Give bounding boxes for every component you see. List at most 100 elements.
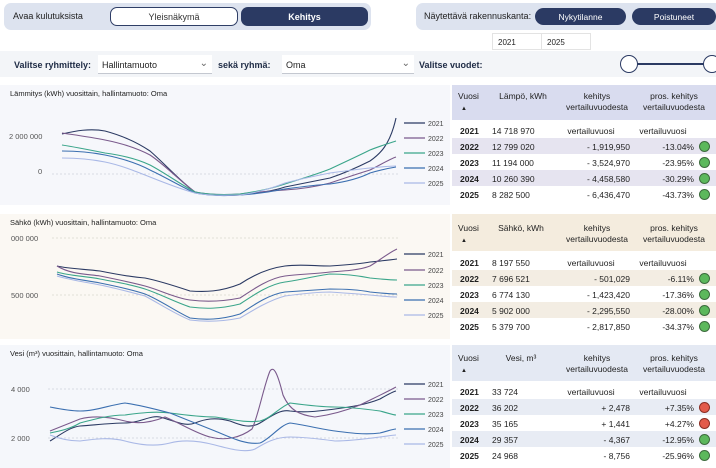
col-header-year[interactable]: Vuosi (458, 91, 479, 102)
cell-change: + 1,441 (601, 419, 630, 429)
years-label: Valitse vuodet: (419, 60, 483, 70)
year-from-input[interactable]: 2021 (492, 33, 542, 50)
year-to-input[interactable]: 2025 (541, 33, 591, 50)
cell-year: 2023 (460, 419, 479, 429)
series-line-2023 (61, 140, 397, 196)
sort-ascending-icon[interactable]: ▲ (461, 368, 467, 374)
cell-year: 2022 (460, 142, 479, 152)
col-header-pct-change[interactable]: pros. kehitys vertailuvuodesta (636, 91, 712, 113)
table-row: 2023 11 194 000 - 3,524,970 -23.95% (452, 154, 716, 170)
water-chart-plot: 4 000 2 000 2021 2022 2023 2024 2025 (11, 368, 444, 452)
cell-year: 2021 (460, 387, 479, 397)
status-indicator-icon (699, 157, 710, 168)
table-row: 2024 29 357 - 4,367 -12.95% (452, 431, 716, 447)
cell-change: - 3,524,970 (586, 158, 630, 168)
cell-change: - 501,029 (594, 274, 630, 284)
series-line-2025 (49, 434, 397, 452)
table-header: Vuosi ▲ Lämpö, kWh kehitys vertailuvuode… (452, 85, 716, 120)
col-header-change[interactable]: kehitys vertailuvuodesta (562, 223, 632, 245)
col-header-value[interactable]: Sähkö, kWh (492, 223, 550, 234)
legend-item-2024: 2024 (428, 298, 444, 305)
cell-change: - 1,423,420 (586, 290, 630, 300)
status-indicator-icon (699, 173, 710, 184)
heating-chart-plot: 2 000 000 0 2021 2022 2023 2024 2025 (9, 117, 444, 197)
dashboard: Avaa kulutuksista Yleisnäkymä Kehitys Nä… (0, 0, 716, 468)
cell-pct-change: -34.37% (662, 322, 694, 332)
legend-item-2023: 2023 (428, 283, 444, 290)
table-row: 2023 6 774 130 - 1,423,420 -17.36% (452, 286, 716, 302)
cell-pct-change: vertailuvuosi (639, 126, 687, 136)
col-header-value[interactable]: Lämpö, kWh (498, 91, 548, 102)
legend-item-2022: 2022 (428, 397, 444, 404)
cell-change: - 2,295,550 (586, 306, 630, 316)
tab-overview[interactable]: Yleisnäkymä (110, 7, 238, 26)
col-header-year[interactable]: Vuosi (458, 353, 479, 364)
year-slider-start-handle[interactable] (620, 55, 638, 73)
table-header: Vuosi ▲ Vesi, m³ kehitys vertailuvuodest… (452, 345, 716, 381)
cell-value: 33 724 (492, 387, 518, 397)
legend-item-2021: 2021 (428, 121, 444, 128)
status-indicator-icon (699, 418, 710, 429)
group-by-value: Hallintamuoto (102, 60, 158, 70)
col-header-year[interactable]: Vuosi (458, 223, 479, 234)
heating-table: Vuosi ▲ Lämpö, kWh kehitys vertailuvuode… (452, 85, 716, 205)
table-row: 2022 12 799 020 - 1,919,950 -13.04% (452, 138, 716, 154)
chevron-down-icon: ⌄ (199, 58, 208, 69)
legend-item-2024: 2024 (428, 427, 444, 434)
group-label: sekä ryhmä: (218, 60, 271, 70)
water-chart: Vesi (m³) vuosittain, hallintamuoto: Oma… (0, 345, 450, 468)
current-stock-button[interactable]: Nykytilanne (535, 8, 626, 25)
cell-change: + 2,478 (601, 403, 630, 413)
legend-item-2021: 2021 (428, 252, 444, 259)
col-header-pct-change[interactable]: pros. kehitys vertailuvuodesta (636, 353, 712, 375)
cell-year: 2024 (460, 174, 479, 184)
y-tick-label: 0 (38, 167, 42, 176)
cell-value: 5 379 700 (492, 322, 530, 332)
legend-item-2025: 2025 (428, 181, 444, 188)
sort-ascending-icon[interactable]: ▲ (461, 238, 467, 244)
cell-change: - 1,919,950 (586, 142, 630, 152)
sort-ascending-icon[interactable]: ▲ (461, 106, 467, 112)
series-line-2025 (61, 157, 397, 196)
col-header-change[interactable]: kehitys vertailuvuodesta (562, 353, 632, 375)
year-slider-end-handle[interactable] (703, 55, 716, 73)
cell-change: - 8,756 (603, 451, 630, 461)
cell-value: 7 696 521 (492, 274, 530, 284)
heating-chart-legend: 2021 2022 2023 2024 2025 (404, 121, 444, 188)
tab-trend[interactable]: Kehitys (241, 7, 368, 26)
electricity-chart-legend: 2021 2022 2023 2024 2025 (404, 252, 444, 320)
removed-stock-button[interactable]: Poistuneet (632, 8, 716, 25)
col-header-change[interactable]: kehitys vertailuvuodesta (562, 91, 632, 113)
col-header-pct-change[interactable]: pros. kehitys vertailuvuodesta (636, 223, 712, 245)
col-header-value[interactable]: Vesi, m³ (492, 353, 550, 364)
cell-year: 2024 (460, 435, 479, 445)
cell-value: 35 165 (492, 419, 518, 429)
group-dropdown[interactable]: Oma ⌄ (282, 55, 414, 74)
cell-change: vertailuvuosi (567, 387, 615, 397)
series-line-2021 (49, 390, 397, 442)
cell-value: 24 968 (492, 451, 518, 461)
cell-value: 29 357 (492, 435, 518, 445)
legend-item-2025: 2025 (428, 313, 444, 320)
group-by-dropdown[interactable]: Hallintamuoto ⌄ (98, 55, 212, 74)
cell-value: 11 194 000 (492, 158, 534, 168)
series-line-2025 (56, 275, 398, 322)
legend-item-2024: 2024 (428, 166, 444, 173)
table-row: 2021 14 718 970 vertailuvuosi vertailuvu… (452, 122, 716, 138)
legend-item-2025: 2025 (428, 442, 444, 449)
table-row: 2022 36 202 + 2,478 +7.35% (452, 399, 716, 415)
cell-year: 2023 (460, 158, 479, 168)
cell-pct-change: -28.00% (662, 306, 694, 316)
table-row: 2024 5 902 000 - 2,295,550 -28.00% (452, 302, 716, 318)
table-row: 2025 24 968 - 8,756 -25.96% (452, 447, 716, 463)
building-stock-label: Näytettävä rakennuskanta: (424, 11, 532, 21)
electricity-chart-plot: 000 000 500 000 2021 2022 2023 2024 2025 (11, 234, 444, 322)
group-by-label: Valitse ryhmittely: (14, 60, 92, 70)
status-indicator-icon (699, 321, 710, 332)
cell-change: - 4,458,580 (586, 174, 630, 184)
cell-pct-change: +4.27% (664, 419, 694, 429)
cell-year: 2023 (460, 290, 479, 300)
cell-change: - 2,817,850 (586, 322, 630, 332)
table-row: 2023 35 165 + 1,441 +4.27% (452, 415, 716, 431)
y-tick-label: 500 000 (11, 291, 38, 300)
